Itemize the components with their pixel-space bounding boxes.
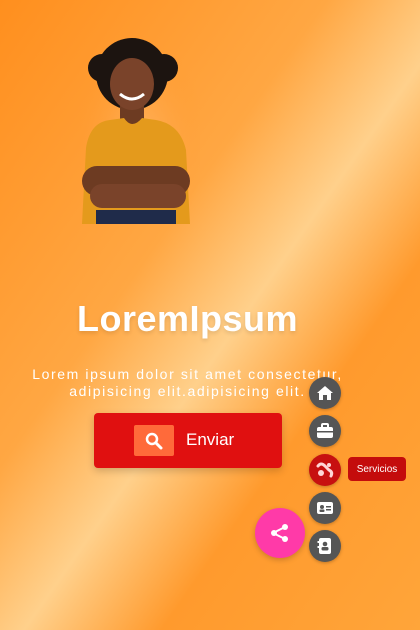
id-card-icon xyxy=(317,502,333,514)
fab-contact-button[interactable] xyxy=(309,530,341,562)
contact-book-icon xyxy=(317,538,331,554)
share-toggle-button[interactable] xyxy=(255,508,305,558)
send-button[interactable]: Enviar xyxy=(94,413,282,468)
hero-photo xyxy=(80,38,200,224)
briefcase-icon xyxy=(317,423,333,438)
fab-services-button[interactable] xyxy=(309,454,341,486)
hero-title: LoremIpsum xyxy=(76,298,299,339)
search-icon xyxy=(134,425,174,456)
send-button-label: Enviar xyxy=(186,430,235,449)
share-icon xyxy=(271,524,288,542)
fab-home-button[interactable] xyxy=(309,377,341,409)
fab-about-button[interactable] xyxy=(309,492,341,524)
fab-portfolio-button[interactable] xyxy=(309,415,341,447)
services-tooltip: Servicios xyxy=(348,457,406,481)
services-icon xyxy=(314,459,336,481)
home-icon xyxy=(317,386,333,400)
